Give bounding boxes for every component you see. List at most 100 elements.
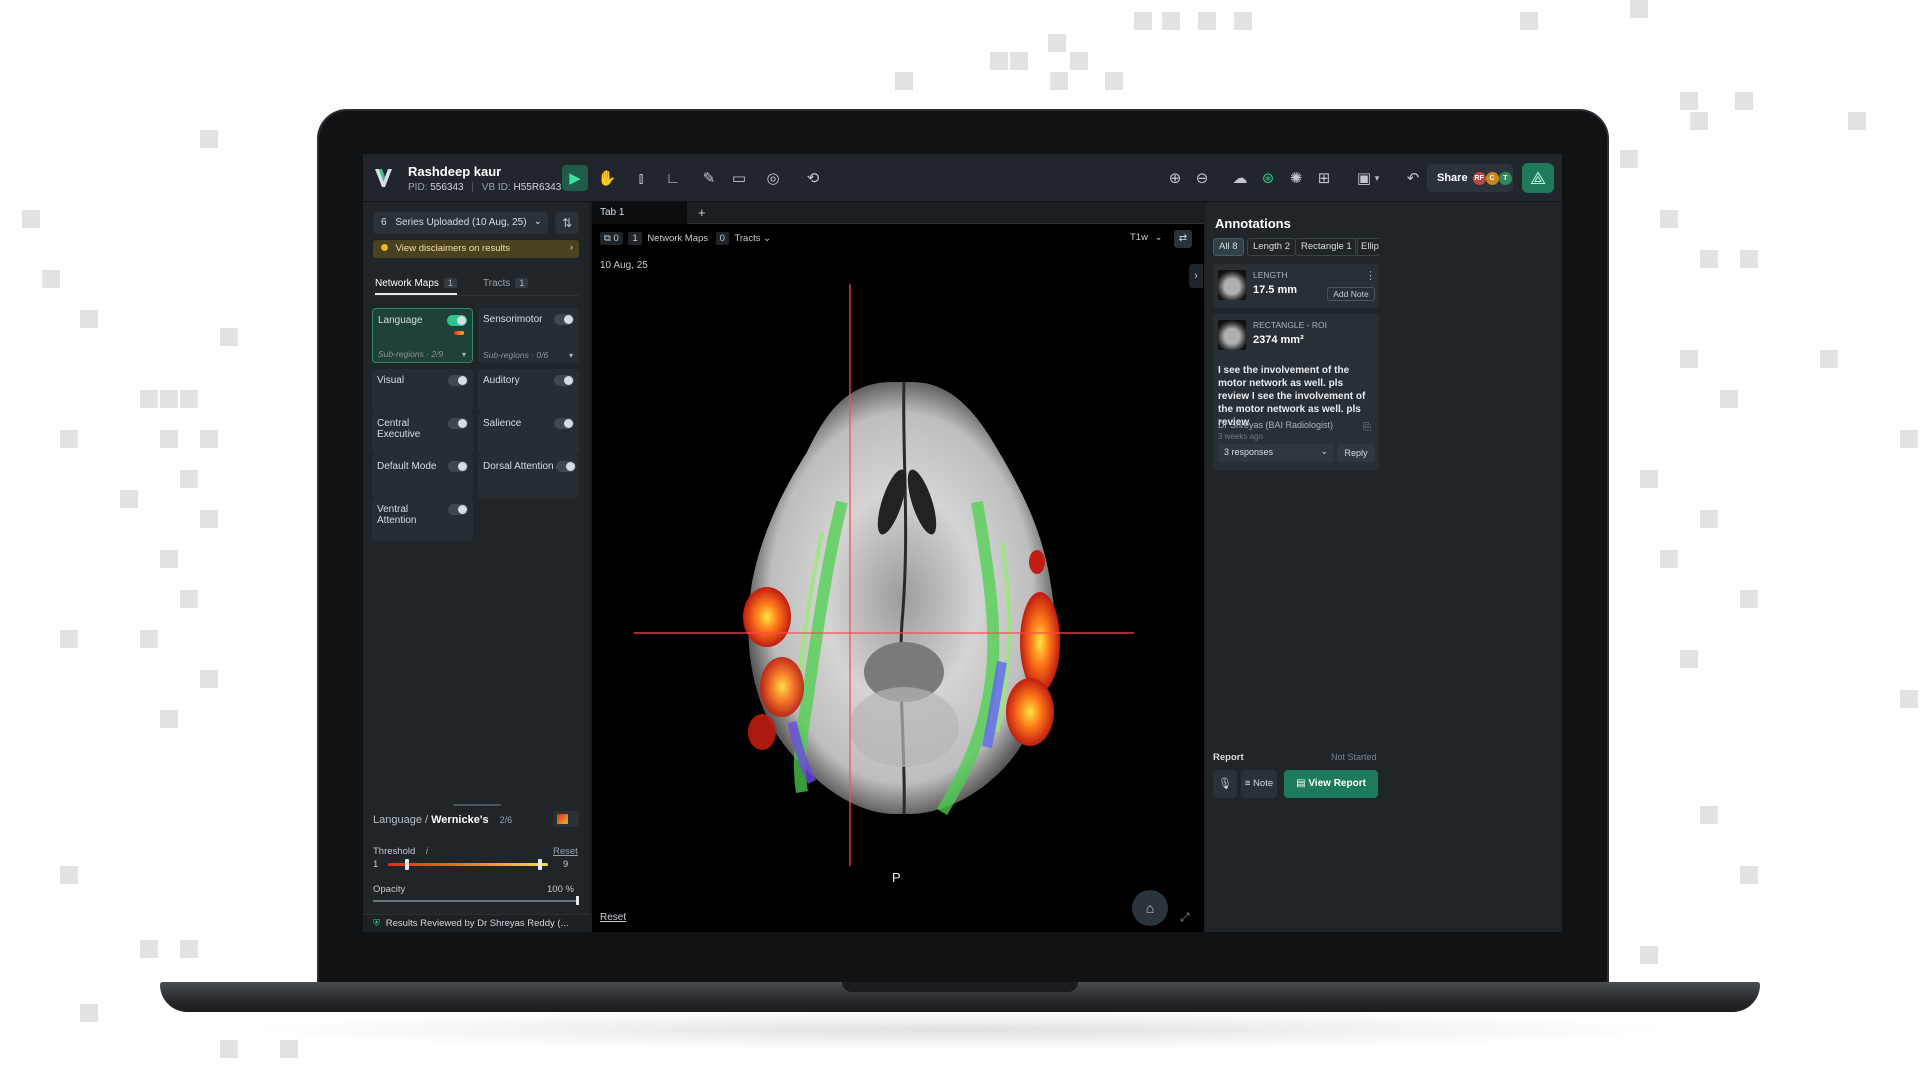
pencil-icon[interactable]: ✎ [696,165,722,191]
disclaimer-text: View disclaimers on results [395,243,511,254]
laptop-notch [842,982,1078,992]
pid-label: PID: [408,182,428,193]
drag-handle[interactable] [453,804,501,806]
threshold-text: Threshold [373,846,416,857]
opacity-value: 100 % [547,884,574,895]
rectangle-icon[interactable]: ▭ [726,165,752,191]
add-note-button[interactable]: Add Note [1327,287,1375,301]
threshold-low-handle[interactable] [405,859,410,870]
brain-mri-axial-view[interactable] [592,202,1204,932]
salience-toggle[interactable] [554,418,574,429]
tab-network-maps[interactable]: Network Maps 1 [375,278,457,295]
bookmark-icon[interactable]: ⌂ [1132,890,1168,926]
visual-toggle[interactable] [448,375,468,386]
network-card-default-mode[interactable]: Default Mode [372,455,473,498]
region-title: Language / Wernicke's 2/6 [373,814,512,826]
central-executive-toggle[interactable] [448,418,468,429]
results-reviewed-bar[interactable]: ⛨ Results Reviewed by Dr Shreyas Reddy (… [363,914,591,932]
filter-chip-ellipse[interactable]: Ellips [1355,238,1379,256]
upload-sort-icon[interactable]: ⇅ [555,212,579,234]
dorsal-attention-toggle[interactable] [556,461,576,472]
reply-button[interactable]: Reply [1337,444,1375,462]
filter-chip-rectangle[interactable]: Rectangle 1 [1295,238,1358,256]
network-card-auditory[interactable]: Auditory [478,369,579,412]
copy-icon[interactable]: ⎘ [1363,422,1371,433]
network-card-ventral-attention[interactable]: Ventral Attention [372,498,473,541]
subregions-label: Sub-regions · 0/6 [483,350,549,360]
rotate-icon[interactable]: ⟲ [800,165,826,191]
network-card-language[interactable]: Language Sub-regions · 2/9 ▾ [372,308,473,363]
ruler-icon[interactable]: ⫾ [628,165,654,191]
more-options-icon[interactable]: ⋮ [1365,269,1376,282]
zoom-out-icon[interactable]: ⊖ [1189,165,1215,191]
annotation-value: 2374 mm² [1253,334,1304,346]
network-label: Central Executive [377,418,421,440]
disclaimer-banner[interactable]: View disclaimers on results › [373,240,579,258]
ellipse-crosshair-icon[interactable]: ◎ [760,165,786,191]
info-icon[interactable]: i [426,846,428,857]
default-mode-toggle[interactable] [448,461,468,472]
annotations-panel: Annotations All 8 Length 2 Rectangle 1 E… [1205,202,1562,932]
filter-chip-all[interactable]: All 8 [1213,238,1244,256]
select-tool-button[interactable]: ▶ [562,165,588,191]
network-card-central-executive[interactable]: Central Executive [372,412,473,455]
chevron-down-icon[interactable]: ▾ [569,351,573,360]
view-report-label: View Report [1308,778,1366,789]
chevron-down-icon[interactable]: ▾ [462,350,466,359]
layout-chevron-down-icon[interactable]: ▾ [1370,165,1384,191]
microphone-icon[interactable]: 🎙 [1213,770,1237,798]
annotation-card-length[interactable]: LENGTH 17.5 mm ⋮ Add Note [1213,264,1379,308]
brain-3d-icon[interactable]: ✺ [1283,165,1309,191]
expand-icon[interactable]: ⤢ [1180,910,1190,925]
cerebellar-region [849,687,959,767]
brain-side-icon[interactable]: ☁ [1227,165,1253,191]
auditory-toggle[interactable] [554,375,574,386]
threshold-slider[interactable] [388,863,548,866]
left-tabs: Network Maps 1 Tracts 1 [373,276,579,296]
network-label: Visual [377,375,405,386]
responses-dropdown[interactable]: 3 responses ⌄ [1218,444,1334,462]
brain-top-icon[interactable]: ⊛ [1255,165,1281,191]
pan-hand-icon[interactable]: ✋ [594,165,620,191]
viewer-reset-link[interactable]: Reset [600,912,626,923]
activation-right [1029,550,1045,574]
annotation-card-rectangle[interactable]: RECTANGLE - ROI 2374 mm² I see the invol… [1213,314,1379,470]
series-dropdown[interactable]: 6 Series Uploaded (10 Aug, 25) ⌄ [373,212,548,234]
opacity-slider[interactable] [373,900,579,902]
network-card-dorsal-attention[interactable]: Dorsal Attention [478,455,579,498]
network-card-sensorimotor[interactable]: Sensorimotor Sub-regions · 0/6 ▾ [478,308,579,363]
annotation-type: RECTANGLE - ROI [1253,320,1327,330]
tab-tracts[interactable]: Tracts 1 [483,278,529,289]
region-detail-panel: Language / Wernicke's 2/6 Threshold i Re… [363,802,591,932]
view-report-button[interactable]: ▤ View Report [1284,770,1378,798]
language-toggle[interactable] [447,315,467,326]
threshold-reset-link[interactable]: Reset [553,846,578,857]
layout-grid-icon[interactable]: ⊞ [1311,165,1337,191]
threshold-high-handle[interactable] [538,859,542,870]
responses-label: 3 responses [1224,447,1274,457]
reviewed-text: Results Reviewed by Dr Shreyas Reddy (..… [385,918,569,929]
colormap-dropdown[interactable] [553,811,579,827]
note-button[interactable]: ≡ Note [1241,770,1277,798]
threshold-min: 1 [373,859,379,870]
chevron-down-icon: ⌄ [533,216,542,227]
share-button[interactable]: Share RF C T [1427,164,1513,192]
image-viewer[interactable]: Tab 1 + ⧉ 0 1 Network Maps 0 Tracts ⌄ 10… [592,202,1204,932]
opacity-handle[interactable] [576,896,579,905]
zoom-in-icon[interactable]: ⊕ [1162,165,1188,191]
note-icon: ≡ [1244,778,1251,789]
app-logo-icon [375,169,392,187]
chip-label: All [1219,241,1230,252]
colormap-swatch [454,331,464,335]
filter-chip-length[interactable]: Length 2 [1247,238,1296,256]
undo-icon[interactable]: ↶ [1400,165,1426,191]
vb-value: H55R6343 [513,182,562,193]
activation-right [1020,592,1060,692]
ventral-attention-toggle[interactable] [448,504,468,515]
ai-brain-button[interactable]: ⟁ [1522,163,1554,193]
network-card-salience[interactable]: Salience [478,412,579,455]
angle-icon[interactable]: ∟ [660,165,686,191]
avatar: C [1485,172,1499,185]
network-card-visual[interactable]: Visual [372,369,473,412]
sensorimotor-toggle[interactable] [554,314,574,325]
